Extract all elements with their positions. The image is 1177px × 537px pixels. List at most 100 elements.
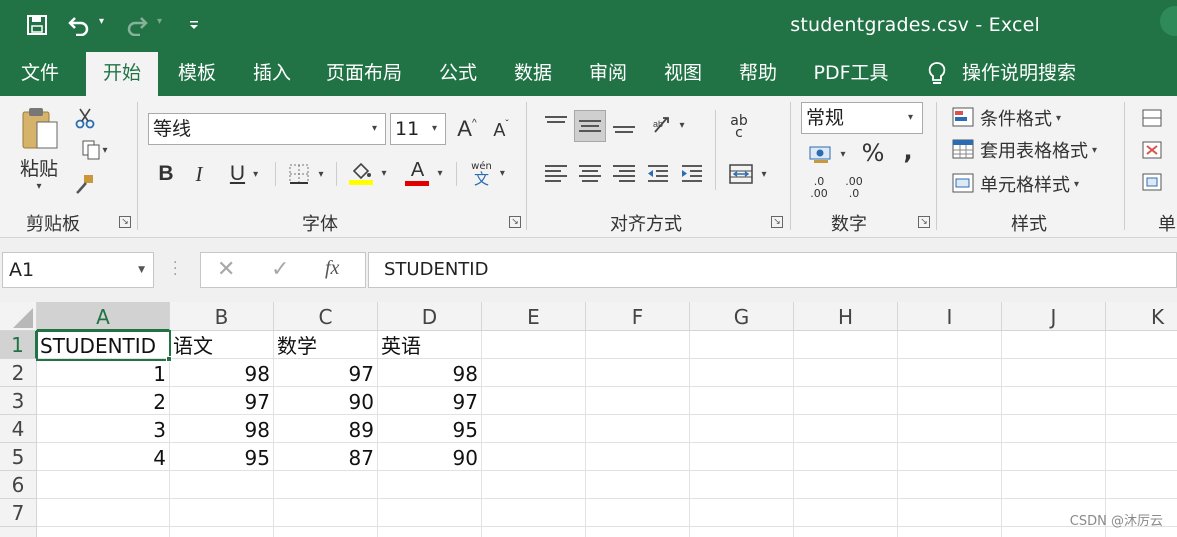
align-center-button[interactable] — [576, 160, 604, 188]
tab-home[interactable]: 开始 — [86, 52, 158, 96]
cell-j3[interactable] — [1002, 387, 1106, 415]
format-as-table-button[interactable]: 套用表格格式 ▾ — [952, 136, 1110, 164]
copy-dropdown-icon[interactable]: ▾ — [102, 145, 107, 156]
cell-b6[interactable] — [170, 471, 274, 499]
cell-e5[interactable] — [482, 443, 586, 471]
cell-k3[interactable] — [1106, 387, 1177, 415]
insert-cells-icon[interactable] — [1140, 106, 1164, 130]
account-icon[interactable] — [1160, 6, 1177, 36]
cell-a7[interactable] — [37, 499, 170, 527]
insert-function-button[interactable]: fx — [325, 257, 339, 280]
font-size-dropdown-icon[interactable]: ▾ — [432, 123, 437, 134]
tab-pdf-tools[interactable]: PDF工具 — [806, 52, 896, 96]
decrease-indent-button[interactable] — [644, 160, 672, 188]
delete-cells-icon[interactable] — [1140, 138, 1164, 162]
column-header-h[interactable]: H — [794, 302, 898, 331]
cell-g7[interactable] — [690, 499, 794, 527]
cell-c3[interactable]: 90 — [274, 387, 378, 415]
cell-k5[interactable] — [1106, 443, 1177, 471]
cell-i1[interactable] — [898, 331, 1002, 359]
cell-h2[interactable] — [794, 359, 898, 387]
cell-b8[interactable] — [170, 527, 274, 537]
column-header-c[interactable]: C — [274, 302, 378, 331]
cell-h5[interactable] — [794, 443, 898, 471]
align-top-button[interactable] — [542, 110, 570, 140]
cell-e4[interactable] — [482, 415, 586, 443]
row-header-2[interactable]: 2 — [0, 359, 37, 387]
save-icon[interactable] — [24, 12, 50, 38]
cell-g8[interactable] — [690, 527, 794, 537]
cell-i8[interactable] — [898, 527, 1002, 537]
increase-indent-button[interactable] — [678, 160, 706, 188]
customize-quick-access-icon[interactable] — [186, 12, 202, 38]
increase-decimal-button[interactable]: .0 .00 — [804, 174, 834, 202]
cell-b1[interactable]: 语文 — [170, 331, 274, 359]
cell-h4[interactable] — [794, 415, 898, 443]
row-header-3[interactable]: 3 — [0, 387, 37, 415]
cell-j2[interactable] — [1002, 359, 1106, 387]
cell-e7[interactable] — [482, 499, 586, 527]
column-header-d[interactable]: D — [378, 302, 482, 331]
cell-d3[interactable]: 97 — [378, 387, 482, 415]
cell-c2[interactable]: 97 — [274, 359, 378, 387]
cut-icon[interactable] — [72, 106, 98, 130]
tell-me-search[interactable]: 操作说明搜索 — [962, 52, 1082, 96]
row-header-1[interactable]: 1 — [0, 331, 37, 359]
cell-c5[interactable]: 87 — [274, 443, 378, 471]
column-header-i[interactable]: I — [898, 302, 1002, 331]
tab-formulas[interactable]: 公式 — [428, 52, 488, 96]
cell-e6[interactable] — [482, 471, 586, 499]
cell-i5[interactable] — [898, 443, 1002, 471]
cell-g2[interactable] — [690, 359, 794, 387]
cell-d1[interactable]: 英语 — [378, 331, 482, 359]
cell-i3[interactable] — [898, 387, 1002, 415]
name-box-dropdown-icon[interactable]: ▼ — [138, 253, 145, 287]
cell-h8[interactable] — [794, 527, 898, 537]
fill-color-dropdown-icon[interactable]: ▾ — [381, 168, 386, 179]
phonetic-guide-button[interactable]: wén 文 ▾ — [464, 158, 512, 188]
cell-f2[interactable] — [586, 359, 690, 387]
column-header-k[interactable]: K — [1106, 302, 1177, 331]
cell-d8[interactable] — [378, 527, 482, 537]
fill-handle[interactable] — [166, 356, 172, 362]
cell-i4[interactable] — [898, 415, 1002, 443]
cell-d2[interactable]: 98 — [378, 359, 482, 387]
cell-d6[interactable] — [378, 471, 482, 499]
orientation-button[interactable]: ab ▾ — [646, 110, 690, 140]
align-right-button[interactable] — [610, 160, 638, 188]
cell-g3[interactable] — [690, 387, 794, 415]
merge-dropdown-icon[interactable]: ▾ — [761, 169, 766, 180]
cell-k2[interactable] — [1106, 359, 1177, 387]
cell-styles-button[interactable]: 单元格样式 ▾ — [952, 170, 1092, 198]
cell-h6[interactable] — [794, 471, 898, 499]
font-name-select[interactable]: 等线 — [148, 113, 386, 145]
cell-c8[interactable] — [274, 527, 378, 537]
cell-c6[interactable] — [274, 471, 378, 499]
cell-b2[interactable]: 98 — [170, 359, 274, 387]
cell-h1[interactable] — [794, 331, 898, 359]
orientation-dropdown-icon[interactable]: ▾ — [679, 120, 684, 131]
italic-button[interactable]: I — [186, 160, 212, 188]
paste-dropdown-icon[interactable]: ▾ — [36, 181, 41, 192]
cell-f8[interactable] — [586, 527, 690, 537]
cell-b4[interactable]: 98 — [170, 415, 274, 443]
format-as-table-dropdown-icon[interactable]: ▾ — [1092, 145, 1097, 156]
tab-file[interactable]: 文件 — [8, 52, 72, 96]
number-dialog-launcher-icon[interactable]: ↘ — [918, 216, 930, 228]
cell-g4[interactable] — [690, 415, 794, 443]
cell-j1[interactable] — [1002, 331, 1106, 359]
align-bottom-button[interactable] — [610, 110, 638, 140]
accounting-format-button[interactable]: ▾ — [802, 140, 852, 168]
cell-d5[interactable]: 90 — [378, 443, 482, 471]
tab-template[interactable]: 模板 — [165, 52, 229, 96]
conditional-formatting-button[interactable]: 条件格式 ▾ — [952, 104, 1082, 132]
align-left-button[interactable] — [542, 160, 570, 188]
row-header-6[interactable]: 6 — [0, 471, 37, 499]
cell-d4[interactable]: 95 — [378, 415, 482, 443]
column-header-f[interactable]: F — [586, 302, 690, 331]
cell-e8[interactable] — [482, 527, 586, 537]
font-size-select[interactable]: 11 — [390, 113, 446, 145]
column-header-g[interactable]: G — [690, 302, 794, 331]
align-middle-button[interactable] — [574, 110, 606, 142]
cell-h7[interactable] — [794, 499, 898, 527]
